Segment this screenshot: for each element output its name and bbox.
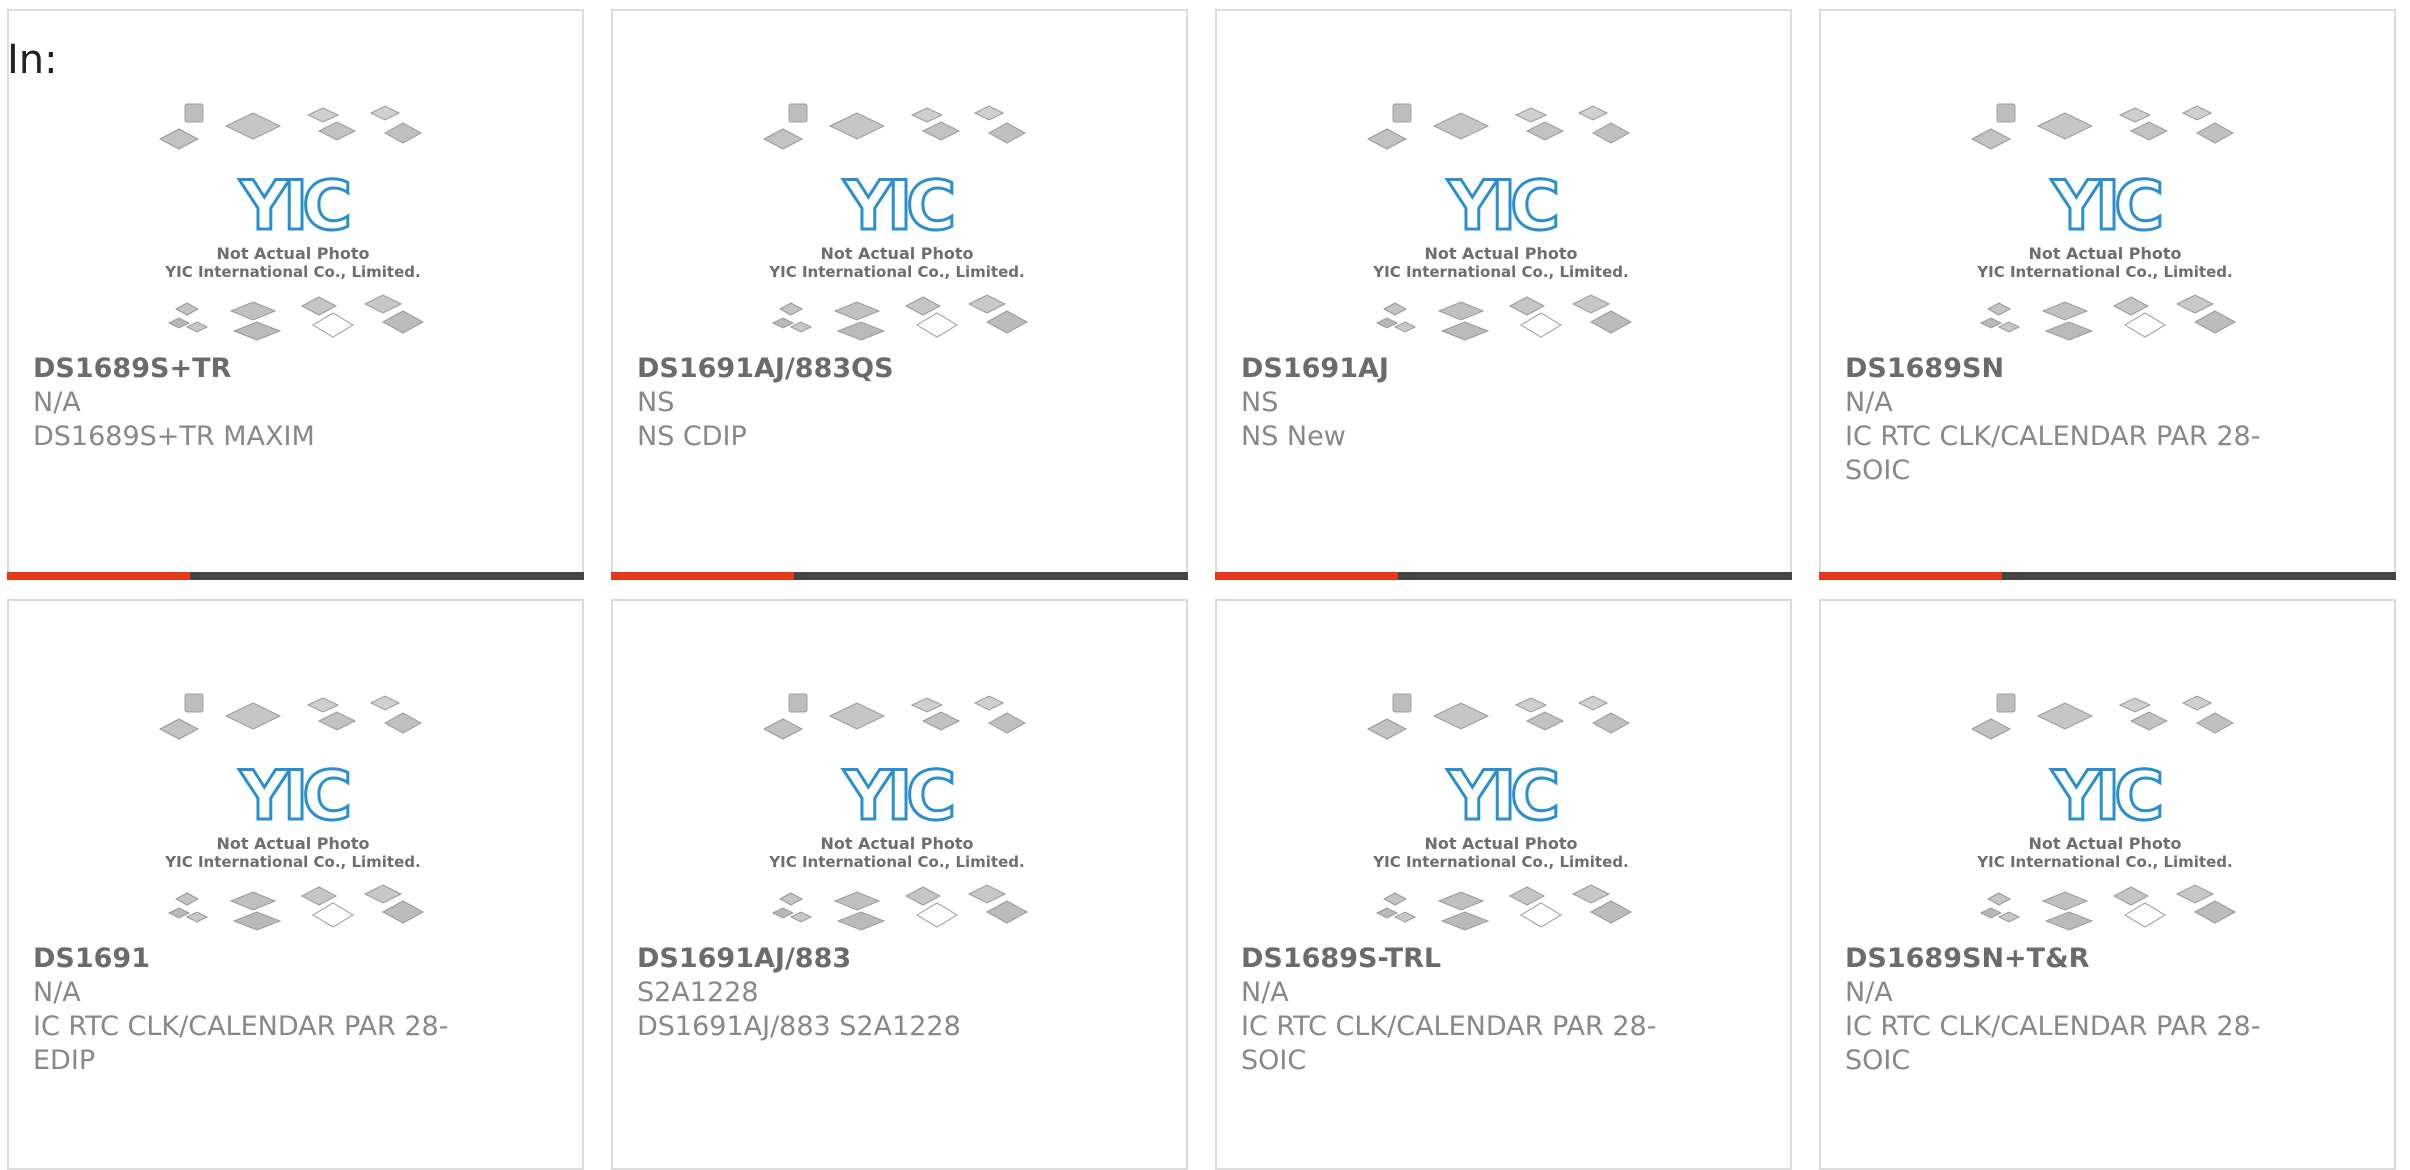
image-caption: YIC International Co., Limited.: [164, 853, 420, 871]
manufacturer: N/A: [33, 977, 81, 1008]
product-image[interactable]: YICNot Actual PhotoYIC International Co.…: [1365, 691, 1637, 931]
yic-logo: YIC: [2051, 167, 2161, 246]
chip-illustration: [1366, 693, 1631, 740]
chip-illustration: [762, 103, 1027, 150]
description: NS New: [1241, 421, 1346, 452]
product-card[interactable]: YIC Not Actual Photo YIC International Co.…: [7, 599, 584, 1170]
page-label: In:: [7, 37, 58, 83]
product-info: DS1691AJ/883QS NS NS CDIP: [637, 352, 1077, 454]
chip-illustration: [771, 884, 1029, 931]
image-caption: YIC International Co., Limited.: [1976, 263, 2232, 281]
chip-illustration: [1979, 294, 2237, 341]
image-caption: YIC International Co., Limited.: [1976, 853, 2232, 871]
chip-illustration: [167, 294, 425, 341]
card-bar: [1215, 572, 1792, 580]
chip-illustration: [167, 884, 425, 931]
image-caption: YIC International Co., Limited.: [768, 853, 1024, 871]
product-info: DS1689SN N/A IC RTC CLK/CALENDAR PAR 28-…: [1845, 352, 2285, 488]
card-bar-accent: [611, 572, 794, 580]
yic-logo: YIC: [2051, 757, 2161, 836]
description: IC RTC CLK/CALENDAR PAR 28-SOIC: [1241, 1011, 1657, 1076]
image-caption: Not Actual Photo: [1424, 244, 1577, 263]
product-info: DS1689SN+T&R N/A IC RTC CLK/CALENDAR PAR…: [1845, 942, 2285, 1078]
image-caption: YIC International Co., Limited.: [768, 263, 1024, 281]
description: DS1691AJ/883 S2A1228: [637, 1011, 961, 1042]
yic-logo: YIC: [239, 757, 349, 836]
card-bar-accent: [1215, 572, 1398, 580]
product-image[interactable]: YICNot Actual PhotoYIC International Co.…: [1969, 101, 2241, 341]
yic-logo: YIC: [239, 167, 349, 246]
image-caption: Not Actual Photo: [2028, 244, 2181, 263]
manufacturer: N/A: [1845, 977, 1893, 1008]
image-caption: Not Actual Photo: [820, 834, 973, 853]
product-card[interactable]: YIC Not Actual Photo YIC International Co.…: [611, 9, 1188, 580]
image-caption: Not Actual Photo: [216, 244, 369, 263]
description: NS CDIP: [637, 421, 747, 452]
part-number-link[interactable]: DS1689S+TR: [33, 352, 473, 386]
description: IC RTC CLK/CALENDAR PAR 28-SOIC: [1845, 1011, 2261, 1076]
chip-illustration: [762, 693, 1027, 740]
chip-illustration: [1970, 103, 2235, 150]
product-info: DS1689S+TR N/A DS1689S+TR MAXIM: [33, 352, 473, 454]
chip-illustration: [1375, 884, 1633, 931]
card-bar-accent: [1819, 572, 2002, 580]
part-number-link[interactable]: DS1691AJ/883: [637, 942, 1077, 976]
part-number-link[interactable]: DS1691AJ/883QS: [637, 352, 1077, 386]
description: DS1689S+TR MAXIM: [33, 421, 315, 452]
product-card[interactable]: YIC Not Actual Photo YIC International Co.…: [1819, 599, 2396, 1170]
product-image[interactable]: YICNot Actual PhotoYIC International Co.…: [157, 691, 429, 931]
description: IC RTC CLK/CALENDAR PAR 28-EDIP: [33, 1011, 449, 1076]
chip-illustration: [1366, 103, 1631, 150]
yic-logo: YIC: [843, 167, 953, 246]
chip-illustration: [1970, 693, 2235, 740]
product-card[interactable]: YIC Not Actual Photo YIC International Co.…: [1215, 9, 1792, 580]
image-caption: Not Actual Photo: [216, 834, 369, 853]
product-card[interactable]: YIC Not Actual Photo YIC International Co.…: [1215, 599, 1792, 1170]
card-bar: [1819, 572, 2396, 580]
image-caption: YIC International Co., Limited.: [1372, 263, 1628, 281]
image-caption: YIC International Co., Limited.: [164, 263, 420, 281]
image-caption: Not Actual Photo: [2028, 834, 2181, 853]
product-image[interactable]: YICNot Actual PhotoYIC International Co.…: [761, 691, 1033, 931]
part-number-link[interactable]: DS1691: [33, 942, 473, 976]
manufacturer: N/A: [33, 387, 81, 418]
part-number-link[interactable]: DS1689S-TRL: [1241, 942, 1681, 976]
image-caption: Not Actual Photo: [1424, 834, 1577, 853]
chip-illustration: [158, 693, 423, 740]
yic-logo: YIC: [1447, 757, 1557, 836]
product-image[interactable]: YICNot Actual PhotoYIC International Co.…: [761, 101, 1033, 341]
product-image[interactable]: YICNot Actual PhotoYIC International Co.…: [157, 101, 429, 341]
image-caption: YIC International Co., Limited.: [1372, 853, 1628, 871]
product-card[interactable]: YIC Not Actual Photo YIC International Co.…: [1819, 9, 2396, 580]
product-info: DS1691 N/A IC RTC CLK/CALENDAR PAR 28-ED…: [33, 942, 473, 1078]
manufacturer: NS: [637, 387, 675, 418]
chip-illustration: [158, 103, 423, 150]
yic-logo: YIC: [843, 757, 953, 836]
product-info: DS1691AJ/883 S2A1228 DS1691AJ/883 S2A122…: [637, 942, 1077, 1044]
manufacturer: NS: [1241, 387, 1279, 418]
product-card[interactable]: YIC Not Actual Photo YIC International Co.…: [611, 599, 1188, 1170]
image-caption: Not Actual Photo: [820, 244, 973, 263]
part-number-link[interactable]: DS1691AJ: [1241, 352, 1681, 386]
description: IC RTC CLK/CALENDAR PAR 28-SOIC: [1845, 421, 2261, 486]
yic-logo: YIC: [1447, 167, 1557, 246]
product-info: DS1689S-TRL N/A IC RTC CLK/CALENDAR PAR …: [1241, 942, 1681, 1078]
manufacturer: N/A: [1845, 387, 1893, 418]
chip-illustration: [1979, 884, 2237, 931]
manufacturer: N/A: [1241, 977, 1289, 1008]
product-info: DS1691AJ NS NS New: [1241, 352, 1681, 454]
product-image[interactable]: YICNot Actual PhotoYIC International Co.…: [1969, 691, 2241, 931]
card-bar: [7, 572, 584, 580]
product-image[interactable]: YICNot Actual PhotoYIC International Co.…: [1365, 101, 1637, 341]
manufacturer: S2A1228: [637, 977, 759, 1008]
chip-illustration: [771, 294, 1029, 341]
part-number-link[interactable]: DS1689SN+T&R: [1845, 942, 2285, 976]
product-card[interactable]: YIC Not Actual Photo YIC International Co.…: [7, 9, 584, 580]
card-bar-accent: [7, 572, 190, 580]
chip-illustration: [1375, 294, 1633, 341]
part-number-link[interactable]: DS1689SN: [1845, 352, 2285, 386]
card-bar: [611, 572, 1188, 580]
